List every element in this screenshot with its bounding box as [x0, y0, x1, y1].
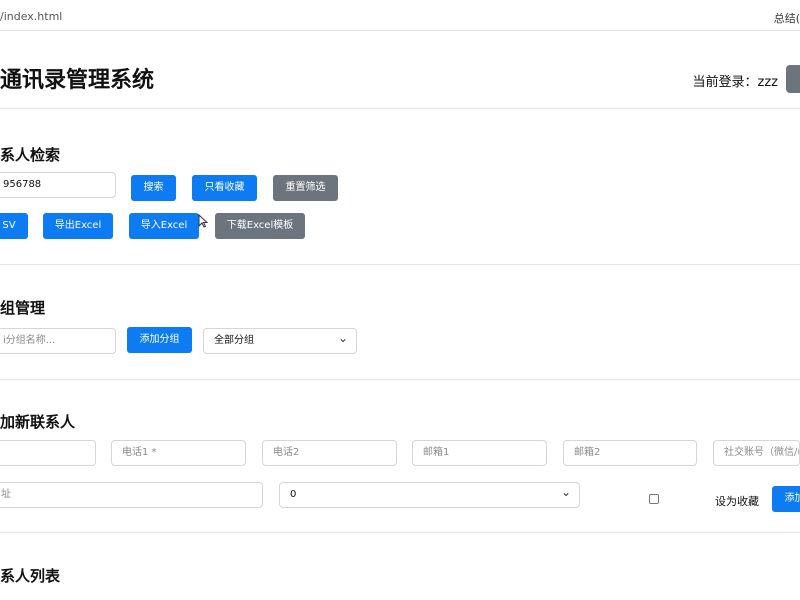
download-excel-template-button[interactable]: 下载Excel模板	[215, 213, 305, 239]
add-contact-section-heading: 加新联系人	[0, 413, 76, 431]
email1-field[interactable]: 邮箱1	[412, 440, 547, 466]
address-field[interactable]: 址	[0, 482, 263, 508]
logout-button[interactable]	[786, 65, 800, 93]
group-name-placeholder: i分组名称...	[3, 335, 56, 346]
divider	[0, 379, 800, 380]
divider	[0, 532, 800, 533]
group-filter-select[interactable]: 全部分组	[203, 328, 357, 354]
browser-top-strip: /index.html 总结(	[0, 0, 800, 31]
contact-group-selected-value: 0	[290, 489, 297, 500]
search-section-heading: 系人检索	[0, 146, 61, 164]
search-input-value: 956788	[3, 179, 42, 190]
search-button[interactable]: 搜索	[131, 175, 176, 201]
group-section-heading: 组管理	[0, 299, 46, 317]
favorites-only-button[interactable]: 只看收藏	[192, 175, 257, 201]
top-right-label: 总结(	[773, 12, 800, 25]
contact-list-heading: 系人列表	[0, 567, 61, 585]
contact-name-field[interactable]	[0, 440, 96, 466]
address-placeholder: 址	[1, 489, 11, 500]
group-filter-selected-value: 全部分组	[214, 335, 254, 346]
reset-filters-button[interactable]: 重置筛选	[273, 175, 338, 201]
address-text[interactable]: /index.html	[0, 10, 62, 23]
divider	[0, 264, 800, 265]
export-csv-button[interactable]: SV	[0, 213, 28, 239]
email1-placeholder: 邮箱1	[423, 447, 450, 458]
contacts-app-page: /index.html 总结( 通讯录管理系统 当前登录：zzz 系人检索 95…	[0, 0, 800, 600]
social-account-field[interactable]: 社交账号（微信/(	[713, 440, 800, 466]
add-contact-button[interactable]: 添加	[772, 486, 800, 512]
import-excel-button[interactable]: 导入Excel	[129, 213, 199, 239]
current-login-text: 当前登录：zzz	[692, 75, 778, 90]
favorite-label: 设为收藏	[715, 495, 759, 508]
export-excel-button[interactable]: 导出Excel	[43, 213, 113, 239]
phone2-field[interactable]: 电话2	[262, 440, 397, 466]
phone2-placeholder: 电话2	[273, 447, 300, 458]
contact-group-select[interactable]: 0	[279, 482, 580, 508]
group-name-input[interactable]: i分组名称...	[0, 328, 116, 354]
email2-placeholder: 邮箱2	[574, 447, 601, 458]
social-account-placeholder: 社交账号（微信/(	[724, 447, 800, 458]
favorite-checkbox[interactable]	[649, 494, 659, 504]
phone1-placeholder: 电话1 *	[122, 447, 157, 458]
divider	[0, 108, 800, 109]
add-group-button[interactable]: 添加分组	[127, 327, 192, 353]
page-title: 通讯录管理系统	[0, 68, 155, 93]
phone1-field[interactable]: 电话1 *	[111, 440, 246, 466]
search-input[interactable]: 956788	[0, 172, 116, 198]
mouse-pointer-icon	[198, 214, 208, 228]
email2-field[interactable]: 邮箱2	[563, 440, 697, 466]
